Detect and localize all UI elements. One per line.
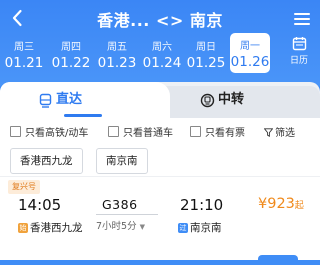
- station-chip-from[interactable]: 香港西九龙: [10, 148, 83, 174]
- filter-normal[interactable]: 只看普通车: [108, 126, 173, 142]
- date-weekday: 周日: [196, 42, 216, 53]
- filter-label: 只看有票: [205, 128, 245, 139]
- book-button[interactable]: [258, 255, 298, 265]
- menu-icon[interactable]: [292, 9, 312, 29]
- date-item[interactable]: 周六 01.24: [140, 34, 184, 74]
- price-suffix: 起: [294, 201, 304, 211]
- date-item[interactable]: 周三 01.21: [2, 34, 46, 74]
- date-value: 01.21: [4, 55, 44, 71]
- checkbox[interactable]: [108, 126, 119, 137]
- price-value: ¥923: [258, 196, 295, 212]
- date-weekday: 周四: [61, 42, 81, 53]
- station-chips: 香港西九龙 南京南: [0, 148, 320, 174]
- tab-bar: 直达 中转: [0, 82, 320, 118]
- date-weekday: 周六: [152, 42, 172, 53]
- filter-high-speed[interactable]: 只看高铁/动车: [10, 126, 88, 142]
- depart-time: 14:05: [18, 196, 62, 214]
- filter-label: 只看普通车: [123, 128, 173, 139]
- date-strip: 周三 01.21 周四 01.22 周五 01.23 周六 01.24 周日 0…: [0, 33, 286, 74]
- date-weekday: 周五: [107, 42, 127, 53]
- calendar-label: 日历: [289, 56, 308, 66]
- date-weekday: 周一: [240, 41, 260, 52]
- filter-label: 只看高铁/动车: [25, 128, 89, 139]
- duration-text: 7小时5分: [96, 221, 137, 232]
- date-value: 01.22: [51, 55, 91, 71]
- funnel-icon: [263, 128, 274, 137]
- route-title[interactable]: 香港... <> 南京: [0, 7, 320, 31]
- tab-direct-bg: [0, 82, 170, 118]
- arrive-station: 过南京南: [178, 220, 222, 235]
- train-number: G386: [102, 197, 138, 212]
- depart-station-name: 香港西九龙: [30, 222, 83, 234]
- arrive-time: 21:10: [180, 196, 224, 214]
- duration[interactable]: 7小时5分 ▼: [96, 218, 145, 232]
- pass-station-icon: 过: [178, 223, 188, 233]
- depart-station: 始香港西九龙: [18, 220, 83, 235]
- filter-button[interactable]: 筛选: [263, 126, 295, 142]
- train-icon: [39, 93, 52, 108]
- route-line: [96, 214, 158, 215]
- transfer-icon: [200, 93, 215, 108]
- date-item-selected[interactable]: 周一 01.26: [230, 33, 270, 73]
- date-value: 01.25: [186, 55, 226, 71]
- filter-row: 只看高铁/动车 只看普通车 只看有票 筛选: [0, 124, 320, 144]
- price: ¥923起: [258, 196, 304, 212]
- results-body: 只看高铁/动车 只看普通车 只看有票 筛选 香港西九龙 南京南: [0, 118, 320, 260]
- station-chip-to[interactable]: 南京南: [96, 148, 148, 174]
- date-weekday: 周三: [14, 42, 34, 53]
- calendar-button[interactable]: 日历: [284, 36, 314, 72]
- tab-direct[interactable]: 直达: [56, 82, 82, 118]
- date-value: 01.26: [230, 54, 270, 70]
- calendar-icon: [292, 37, 306, 51]
- train-type-badge: 复兴号: [8, 180, 40, 194]
- chevron-down-icon: ▼: [139, 223, 146, 231]
- tab-active-indicator: [64, 114, 102, 117]
- checkbox[interactable]: [10, 126, 21, 137]
- start-station-icon: 始: [18, 223, 28, 233]
- divider: [0, 176, 320, 177]
- date-value: 01.23: [97, 55, 137, 71]
- filter-label: 筛选: [275, 128, 295, 139]
- date-value: 01.24: [142, 55, 182, 71]
- filter-available[interactable]: 只看有票: [190, 126, 245, 142]
- date-item[interactable]: 周五 01.23: [95, 34, 139, 74]
- checkbox[interactable]: [190, 126, 201, 137]
- tab-transfer[interactable]: 中转: [218, 82, 244, 118]
- arrive-station-name: 南京南: [190, 222, 222, 234]
- date-item[interactable]: 周四 01.22: [49, 34, 93, 74]
- header-bar: 香港... <> 南京 周三 01.21 周四 01.22 周五 01.23 周…: [0, 0, 320, 86]
- date-item[interactable]: 周日 01.25: [184, 34, 228, 74]
